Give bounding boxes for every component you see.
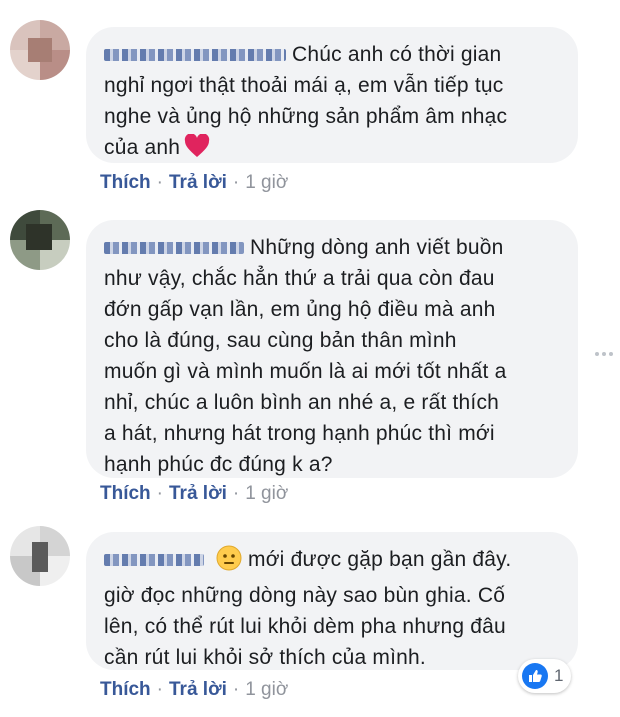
comment-text-line: cần rút lui khỏi sở thích của mình. [104,646,426,669]
separator: · [156,172,163,193]
comment-text-line: Những dòng anh viết buồn [250,236,504,259]
comment-actions: Thích · Trả lời · 1 giờ [100,483,288,505]
like-link[interactable]: Thích [100,172,151,193]
comment-bubble: Những dòng anh viết buồn như vậy, chắc h… [86,220,578,478]
author-name[interactable] [104,49,286,62]
comment-text-line: hạnh phúc đc đúng k a? [104,453,333,476]
reply-link[interactable]: Trả lời [169,172,227,193]
like-icon [522,663,548,689]
comment-text-line: nghe và ủng hộ những sản phẩm âm nhạc [104,105,508,128]
comment-text-line: mới được gặp bạn gần đây. [248,548,512,571]
comment-bubble: mới được gặp bạn gần đây. giờ đọc những … [86,532,578,670]
comment-bubble: Chúc anh có thời gian nghỉ ngơi thật tho… [86,27,578,163]
author-name[interactable] [104,554,204,567]
comment-text-line: Chúc anh có thời gian [292,43,502,66]
neutral-face-icon [216,545,242,580]
avatar[interactable] [10,20,70,80]
comment-text-line: nhỉ, chúc a luôn bình an nhé a, e rất th… [104,391,500,414]
comment-text-line: cho là đúng, sau cùng bản thân mình [104,329,457,352]
comment-text-line: a hát, nhưng hát trong hạnh phúc thì mới [104,422,495,445]
comment-actions: Thích · Trả lời · 1 giờ [100,679,288,701]
avatar[interactable] [10,210,70,270]
heart-icon [184,133,210,167]
comment-text-line: như vậy, chắc hẳn thứ a trải qua còn đau [104,267,495,290]
comment-text-line: nghỉ ngơi thật thoải mái ạ, em vẫn tiếp … [104,74,504,97]
more-options-icon[interactable] [595,350,615,358]
separator: · [156,483,163,504]
like-link[interactable]: Thích [100,483,151,504]
separator: · [232,483,240,504]
timestamp[interactable]: 1 giờ [245,483,288,504]
comment-text-line: của anh [104,136,181,159]
reaction-count: 1 [554,666,564,685]
reply-link[interactable]: Trả lời [169,483,227,504]
comment-actions: Thích · Trả lời · 1 giờ [100,172,288,194]
like-link[interactable]: Thích [100,679,151,700]
reply-link[interactable]: Trả lời [169,679,227,700]
separator: · [232,172,240,193]
reaction-count-badge[interactable]: 1 [518,659,572,693]
separator: · [232,679,240,700]
timestamp[interactable]: 1 giờ [245,679,288,700]
timestamp[interactable]: 1 giờ [245,172,288,193]
avatar[interactable] [10,526,70,586]
comment-text-line: lên, có thể rút lui khỏi dèm pha nhưng đ… [104,615,506,638]
author-name[interactable] [104,242,244,255]
comment-text-line: muốn gì và mình muốn là ai mới tốt nhất … [104,360,507,383]
comment-text-line: giờ đọc những dòng này sao bùn ghia. Cố [104,584,506,607]
separator: · [156,679,163,700]
comment-text-line: đớn gấp vạn lần, em ủng hộ điều mà anh [104,298,496,321]
